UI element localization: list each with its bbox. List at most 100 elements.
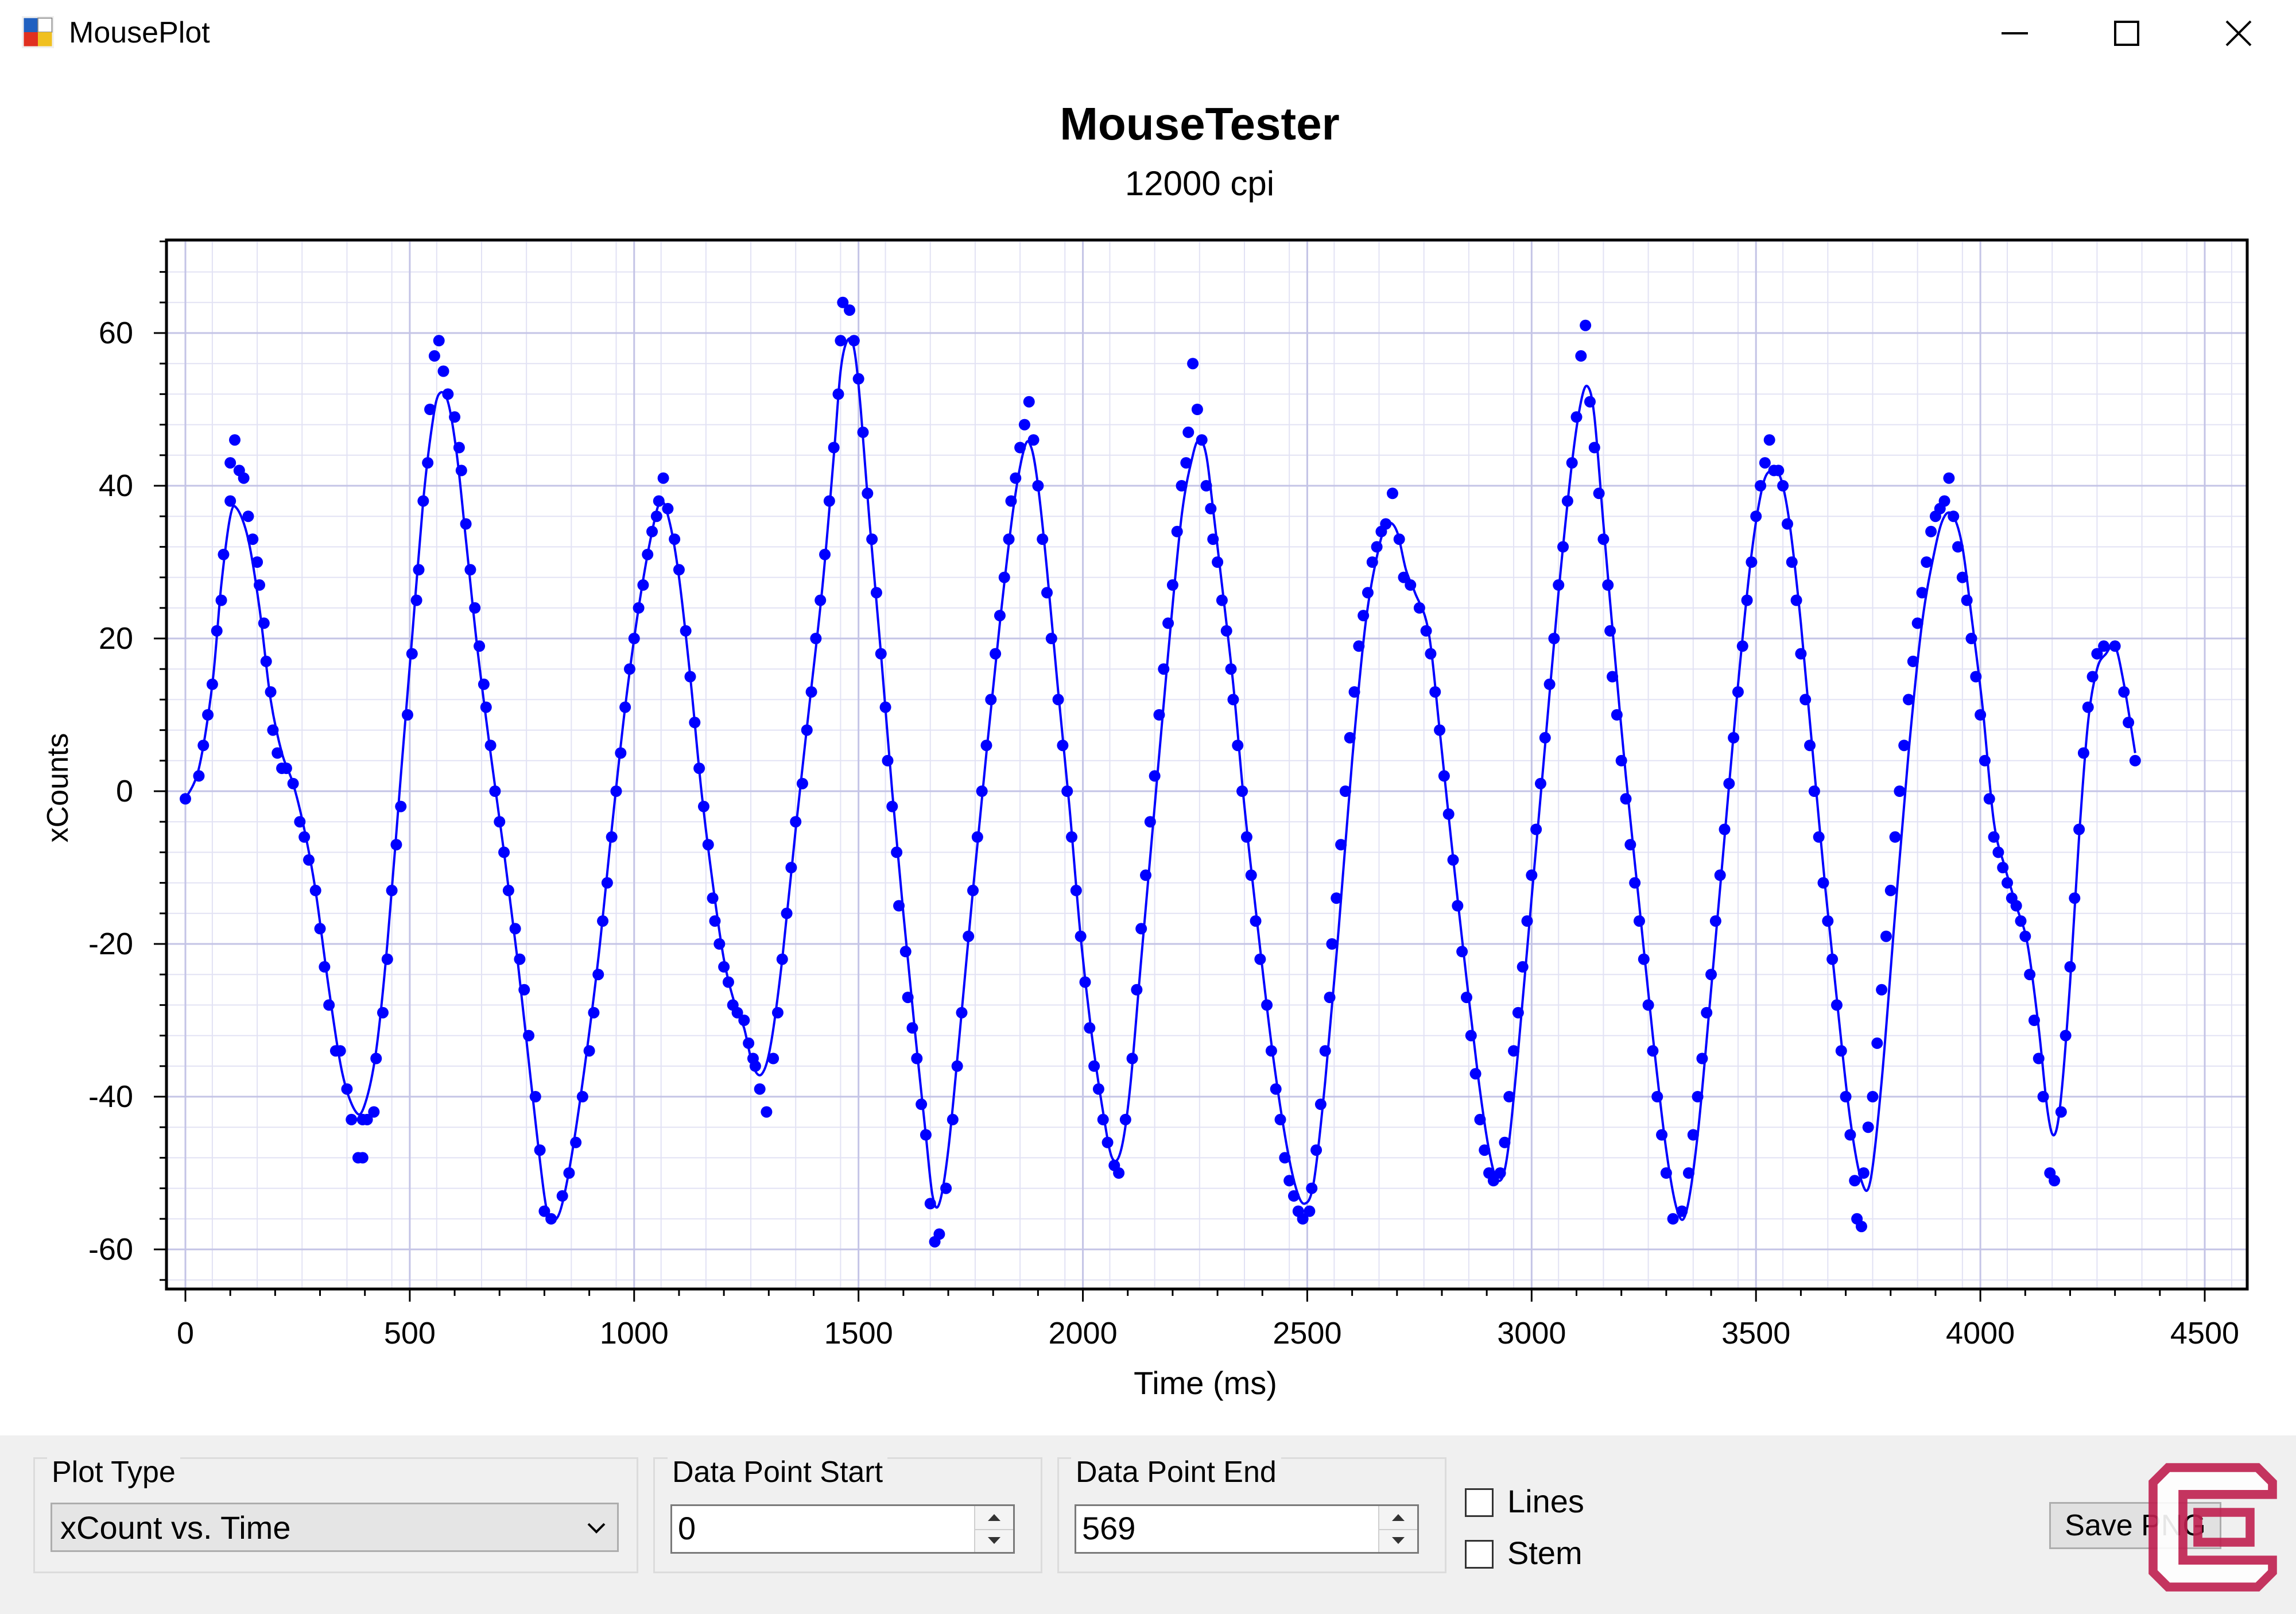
watermark-logo xyxy=(2148,1463,2277,1592)
data-point xyxy=(1503,1091,1515,1102)
data-point xyxy=(1380,518,1392,530)
plot-type-select[interactable]: xCount vs. Time xyxy=(51,1503,619,1552)
data-point xyxy=(646,525,658,537)
data-point xyxy=(1158,663,1170,675)
data-point xyxy=(518,984,530,996)
data-point xyxy=(2024,969,2036,981)
data-point xyxy=(866,533,878,545)
data-point xyxy=(1741,594,1753,606)
data-point xyxy=(951,1060,963,1072)
data-point xyxy=(1898,740,1910,752)
data-point xyxy=(1245,869,1257,881)
data-point-end-spinner xyxy=(1378,1506,1417,1552)
x-tick-label: 1500 xyxy=(824,1316,893,1350)
data-point xyxy=(1624,839,1636,851)
data-point xyxy=(1070,884,1082,896)
data-point xyxy=(606,831,618,843)
data-point xyxy=(1171,525,1183,537)
data-point xyxy=(1499,1136,1511,1148)
x-tick-label: 500 xyxy=(384,1316,436,1350)
data-point xyxy=(319,961,331,973)
data-point xyxy=(298,831,311,843)
data-point xyxy=(1884,884,1896,896)
data-point xyxy=(718,961,730,973)
data-point xyxy=(1597,533,1609,545)
lines-checkbox[interactable] xyxy=(1465,1488,1494,1517)
data-point xyxy=(749,1060,761,1072)
data-point xyxy=(1633,915,1645,927)
data-point xyxy=(556,1190,568,1202)
data-point xyxy=(1781,518,1793,530)
data-point xyxy=(287,777,299,789)
data-point xyxy=(529,1091,541,1102)
data-point xyxy=(1867,1091,1879,1102)
data-point xyxy=(1777,480,1789,491)
data-point xyxy=(193,770,205,782)
data-point xyxy=(1961,594,1973,606)
data-point xyxy=(534,1144,546,1156)
data-point xyxy=(709,915,721,927)
data-point xyxy=(610,785,622,797)
data-point xyxy=(1326,938,1338,950)
data-point-end-input[interactable]: 569 xyxy=(1075,1504,1419,1554)
data-point xyxy=(852,373,864,385)
data-point xyxy=(1880,930,1892,942)
data-point xyxy=(619,701,631,713)
data-point xyxy=(637,579,649,591)
data-point xyxy=(1647,1045,1659,1057)
data-point xyxy=(576,1091,588,1102)
data-point xyxy=(334,1045,346,1057)
data-point xyxy=(2129,754,2141,767)
data-point xyxy=(1916,587,1928,599)
data-point xyxy=(1857,1167,1870,1179)
spin-up-button[interactable] xyxy=(975,1506,1013,1530)
data-point xyxy=(1903,694,1915,706)
data-point xyxy=(1773,465,1785,477)
data-point-start-input[interactable]: 0 xyxy=(670,1504,1015,1554)
y-tick-label: -20 xyxy=(88,927,133,961)
data-point xyxy=(498,846,510,858)
x-tick-label: 0 xyxy=(177,1316,194,1350)
data-point xyxy=(368,1106,380,1118)
data-point xyxy=(1948,510,1960,522)
data-point xyxy=(697,800,709,812)
data-point xyxy=(906,1022,918,1034)
data-point xyxy=(1314,1098,1327,1110)
stem-checkbox[interactable] xyxy=(1465,1540,1494,1569)
data-point xyxy=(2064,961,2076,973)
data-point xyxy=(1212,556,1224,568)
data-point xyxy=(480,701,492,713)
data-point xyxy=(1656,1129,1668,1141)
data-point xyxy=(267,724,279,736)
data-point xyxy=(1517,961,1529,973)
plot-area: 0 500 1000 1500 2000 2500 3000 3500 4000 4500 -60 -… xyxy=(41,238,2249,1401)
data-point xyxy=(916,1098,928,1110)
y-tick-label: 60 xyxy=(99,316,133,350)
data-point xyxy=(523,1029,535,1042)
spin-down-button[interactable] xyxy=(975,1529,1013,1552)
data-point xyxy=(1205,502,1217,514)
data-point xyxy=(1479,1144,1491,1156)
data-point xyxy=(857,426,869,438)
data-point xyxy=(1084,1022,1096,1034)
data-point xyxy=(1728,731,1740,744)
data-point xyxy=(781,907,793,919)
data-point xyxy=(628,633,640,644)
data-point xyxy=(474,640,486,652)
data-point xyxy=(1344,731,1356,744)
spin-up-button[interactable] xyxy=(1379,1506,1417,1530)
data-point xyxy=(673,564,685,576)
data-point xyxy=(650,510,662,522)
y-tick-label: 20 xyxy=(99,621,133,656)
data-point xyxy=(2109,640,2121,652)
data-point xyxy=(805,686,817,698)
data-point xyxy=(684,671,696,683)
spin-down-button[interactable] xyxy=(1379,1529,1417,1552)
data-point xyxy=(785,862,797,873)
data-point xyxy=(819,548,831,560)
data-point xyxy=(1232,740,1244,752)
data-point xyxy=(1561,495,1573,507)
data-point xyxy=(1088,1060,1100,1072)
data-point xyxy=(653,495,665,507)
data-point xyxy=(623,663,635,675)
